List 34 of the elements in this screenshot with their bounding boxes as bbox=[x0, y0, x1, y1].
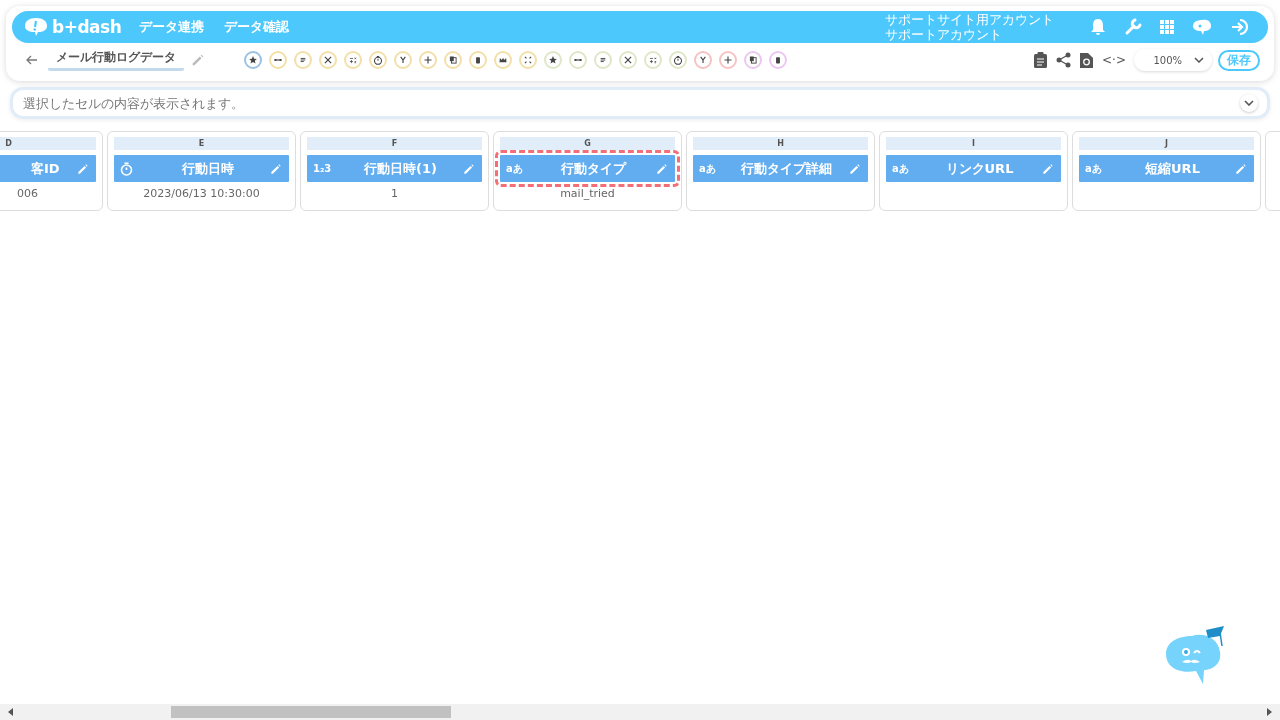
account-name: サポートアカウント bbox=[885, 27, 1003, 42]
save-button[interactable]: 保存 bbox=[1218, 49, 1260, 71]
type-label: aあ bbox=[699, 161, 717, 176]
cell-content-field[interactable]: 選択したセルの内容が表示されます。 bbox=[10, 87, 1270, 119]
account-name: サポートサイト用アカウント bbox=[885, 12, 1054, 27]
type-label: aあ bbox=[1085, 161, 1103, 176]
column-header[interactable]: aあ 行動タイプ bbox=[495, 150, 680, 187]
column-letter: F bbox=[307, 137, 482, 150]
column-name: リンクURL bbox=[944, 159, 1015, 178]
logo-text: b+dash bbox=[52, 17, 122, 37]
code-toggle[interactable]: <·> bbox=[1102, 53, 1126, 67]
column-name: 行動日時 bbox=[180, 159, 235, 178]
column-letter: E bbox=[114, 137, 289, 150]
cell-value: 2023/06/13 10:30:00 bbox=[143, 187, 260, 200]
column-name: 客ID bbox=[30, 159, 61, 178]
type-label: aあ bbox=[506, 161, 524, 176]
column-letter: H bbox=[693, 137, 868, 150]
cell-value: 1 bbox=[391, 187, 398, 200]
sheet-title[interactable]: メール行動ログデータ bbox=[48, 49, 184, 71]
zoom-select[interactable]: 100% bbox=[1134, 49, 1212, 71]
column-name: 短縮URL bbox=[1144, 159, 1201, 178]
column-name: 行動タイプ bbox=[560, 159, 628, 178]
cell-value: 006 bbox=[17, 187, 38, 200]
column-letter: I bbox=[886, 137, 1061, 150]
type-label: aあ bbox=[892, 161, 910, 176]
nav-link[interactable]: データ確認 bbox=[224, 18, 290, 36]
column-letter: G bbox=[500, 137, 675, 150]
type-label: 1₂3 bbox=[313, 163, 333, 174]
cell-value: mail_tried bbox=[560, 187, 615, 200]
column-name: 行動タイプ詳細 bbox=[740, 159, 833, 178]
column-letter: J bbox=[1079, 137, 1254, 150]
column-letter: D bbox=[0, 137, 96, 150]
nav-link[interactable]: データ連携 bbox=[139, 18, 205, 36]
column-name: 行動日時(1) bbox=[363, 159, 438, 178]
